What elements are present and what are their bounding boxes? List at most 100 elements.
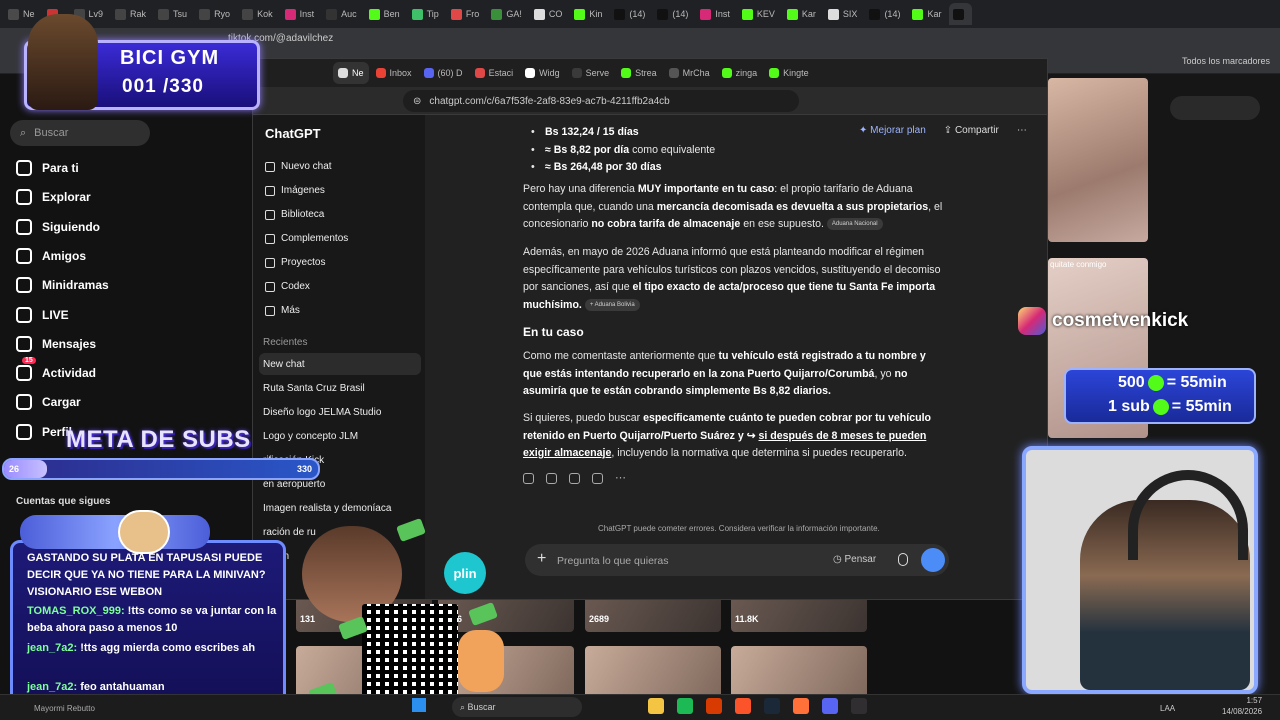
recent-chat-item[interactable]: ración de ru — [263, 527, 316, 538]
browser-tab[interactable]: (14) — [653, 3, 692, 25]
brave-icon[interactable] — [735, 698, 751, 714]
chatgpt-browser-tab[interactable]: MrCha — [664, 62, 715, 84]
view-count: 11.8K — [735, 614, 759, 624]
browser-tab[interactable]: CO — [530, 3, 567, 25]
chatgpt-menu-plugins[interactable]: Complementos — [265, 233, 348, 244]
taskbar-search[interactable]: ⌕ Buscar — [452, 697, 582, 717]
browser-tab[interactable]: Tip — [408, 3, 443, 25]
chatgpt-menu-new-chat[interactable]: Nuevo chat — [265, 161, 332, 172]
browser-tab[interactable]: Fro — [447, 3, 484, 25]
tiktok-top-actions[interactable] — [1170, 96, 1260, 120]
browser-tab[interactable]: Ben — [365, 3, 404, 25]
feedback-icon[interactable] — [546, 473, 557, 484]
message-actions: ⋯ — [523, 473, 626, 484]
discord-icon[interactable] — [822, 698, 838, 714]
recent-chat-item[interactable]: en aeropuerto — [263, 479, 325, 490]
followed-accounts-heading: Cuentas que sigues — [16, 496, 111, 507]
tiktok-nav-minidramas[interactable]: Minidramas — [16, 277, 109, 294]
browser-tab[interactable]: Rak — [111, 3, 150, 25]
language-indicator[interactable]: LAA — [1160, 704, 1175, 713]
microphone-icon[interactable] — [898, 553, 908, 566]
tiktok-nav-messages[interactable]: Mensajes — [16, 335, 96, 352]
chatgpt-browser-tab[interactable]: (60) D — [419, 62, 468, 84]
tab-favicon-icon — [368, 8, 380, 20]
chatgpt-menu-projects[interactable]: Proyectos — [265, 257, 325, 268]
chatgpt-browser-tab[interactable]: Kingte — [764, 62, 814, 84]
chatgpt-browser-tab[interactable]: Serve — [567, 62, 615, 84]
files-icon[interactable] — [648, 698, 664, 714]
more-options-icon[interactable]: ⋯ — [1017, 125, 1027, 136]
voice-mode-button[interactable] — [921, 548, 945, 572]
regenerate-icon[interactable] — [592, 473, 603, 484]
chatgpt-browser-tab[interactable]: Estaci — [470, 62, 519, 84]
add-attachment-icon[interactable]: + — [537, 550, 546, 568]
recent-chat-item[interactable]: Logo y concepto JLM — [263, 431, 358, 442]
all-bookmarks-button[interactable]: Todos los marcadores — [1182, 56, 1270, 66]
clock[interactable]: 1:57 14/08/2026 — [1222, 695, 1262, 717]
copy-icon[interactable] — [523, 473, 534, 484]
site-info-icon[interactable]: ⊜ — [413, 96, 421, 107]
menu-label: Imágenes — [281, 185, 325, 196]
browser-tab[interactable]: Auc — [322, 3, 361, 25]
chatgpt-browser-tab[interactable]: Widg — [520, 62, 565, 84]
recent-chat-item[interactable]: Diseño logo JELMA Studio — [263, 407, 381, 418]
tiktok-nav-compass[interactable]: Explorar — [16, 189, 91, 206]
video-thumbnail[interactable] — [1048, 78, 1148, 242]
chatgpt-menu-codex[interactable]: Codex — [265, 281, 310, 292]
tiktok-nav-home[interactable]: Para ti — [16, 160, 79, 176]
tab-label: Auc — [341, 9, 357, 19]
share-button[interactable]: ⇪ Compartir — [944, 125, 999, 136]
chatgpt-browser-tab[interactable]: Ne — [333, 62, 369, 84]
tiktok-nav-profile[interactable]: Perfil — [16, 423, 72, 440]
tab-label: Kin — [589, 9, 603, 19]
tab-label: Kingte — [783, 68, 809, 78]
browser-tab[interactable]: Inst — [281, 3, 319, 25]
chatgpt-browser-tab[interactable]: Inbox — [371, 62, 417, 84]
source-chip[interactable]: + Aduana Bolivia — [584, 298, 640, 311]
live-icon — [16, 306, 32, 323]
recent-chat-item[interactable]: Imagen realista y demoníaca — [263, 503, 391, 514]
browser-tab[interactable]: SIX — [824, 3, 862, 25]
browser-tab[interactable]: Kin — [570, 3, 606, 25]
browser-tab[interactable]: KEV — [738, 3, 779, 25]
browser-tab[interactable]: GA! — [487, 3, 526, 25]
text: como equivalente — [629, 143, 716, 156]
obs-icon[interactable] — [851, 698, 867, 714]
browser-tab[interactable]: Ne — [4, 3, 39, 25]
prompt-input[interactable] — [557, 553, 767, 569]
chatgpt-menu-images[interactable]: Imágenes — [265, 185, 325, 196]
browser-tab[interactable]: Ryo — [195, 3, 234, 25]
office-icon[interactable] — [706, 698, 722, 714]
tab-label: Lv9 — [88, 9, 104, 19]
firefox-icon[interactable] — [793, 698, 809, 714]
browser-tab[interactable]: Kar — [908, 3, 945, 25]
recent-chat-item[interactable]: Ruta Santa Cruz Brasil — [263, 383, 365, 394]
spotify-icon[interactable] — [677, 698, 693, 714]
tiktok-nav-activity[interactable]: Actividad 15 — [16, 357, 96, 382]
chatgpt-menu-library[interactable]: Biblioteca — [265, 209, 324, 220]
share-message-icon[interactable] — [569, 473, 580, 484]
steam-icon[interactable] — [764, 698, 780, 714]
browser-tab[interactable]: (14) — [865, 3, 904, 25]
source-chip[interactable]: Aduana Nacional — [826, 218, 883, 231]
chatgpt-address-bar[interactable]: ⊜ chatgpt.com/c/6a7f53fe-2af8-83e9-ac7b-… — [403, 90, 799, 112]
think-button[interactable]: ◷ Pensar — [833, 554, 876, 565]
browser-tab[interactable]: Kok — [238, 3, 277, 25]
tiktok-nav-friends[interactable]: Amigos — [16, 247, 86, 264]
windows-start-icon[interactable] — [412, 698, 426, 712]
tab-label: MrCha — [682, 68, 710, 78]
tiktok-nav-following[interactable]: Siguiendo — [16, 218, 100, 235]
more-icon[interactable]: ⋯ — [615, 473, 626, 484]
browser-tab[interactable] — [949, 3, 973, 25]
tiktok-nav-upload[interactable]: Cargar — [16, 394, 81, 411]
browser-tab[interactable]: (14) — [610, 3, 649, 25]
tiktok-nav-live[interactable]: LIVE — [16, 306, 69, 323]
tiktok-search-input[interactable]: ⌕ Buscar — [10, 120, 150, 146]
browser-tab[interactable]: Tsu — [154, 3, 191, 25]
browser-tab[interactable]: Kar — [783, 3, 820, 25]
chatgpt-browser-tab[interactable]: Strea — [616, 62, 662, 84]
recent-chat-item[interactable]: New chat — [263, 359, 305, 370]
chatgpt-menu-more[interactable]: Más — [265, 305, 300, 316]
chatgpt-browser-tab[interactable]: zinga — [717, 62, 763, 84]
browser-tab[interactable]: Inst — [696, 3, 734, 25]
